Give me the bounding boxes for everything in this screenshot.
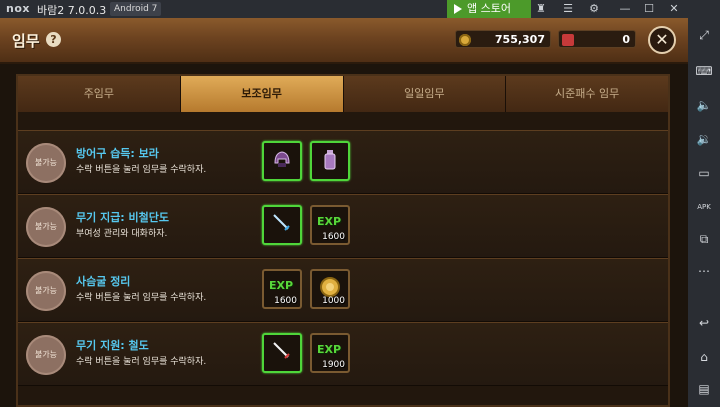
sword-icon [273, 342, 290, 359]
quest-description: 부여성 관리와 대화하자. [76, 229, 168, 239]
reward-slot[interactable] [262, 205, 302, 245]
gold-counter: 755,307 [455, 30, 551, 48]
reward-slot[interactable] [310, 141, 350, 181]
close-button[interactable]: ✕ [648, 26, 676, 54]
quest-description: 수락 버튼을 눌러 임무를 수락하자. [76, 293, 207, 303]
tab-main-quest[interactable]: 주임무 [18, 76, 181, 112]
status-badge: 불가능 [26, 335, 66, 375]
apk-install-icon[interactable]: APK [695, 198, 713, 216]
reward-slot[interactable] [262, 333, 302, 373]
page-title: 임무 [12, 32, 40, 50]
quest-description: 수락 버튼을 눌러 임무를 수락하자. [76, 357, 207, 367]
fullscreen-icon[interactable]: ⤢ [695, 26, 713, 44]
reward-slot[interactable]: EXP 1600 [262, 269, 302, 309]
volume-up-icon[interactable]: 🔈 [695, 96, 713, 114]
gem-value: 0 [622, 33, 630, 46]
help-icon[interactable]: ? [46, 32, 61, 47]
more-icon[interactable]: ⋯ [695, 262, 713, 280]
quest-tabs: 주임무 보조임무 일일임무 시준패수 임무 [18, 76, 668, 112]
window-header: 임무 ? 755,307 0 ✕ [0, 18, 688, 64]
game-screen: 임무 ? 755,307 0 ✕ 주임무 보조임무 일일임무 시준패수 임무 불… [0, 18, 688, 407]
potion-icon [324, 150, 336, 170]
settings-icon[interactable]: ⚙ [584, 0, 604, 18]
quest-panel: 주임무 보조임무 일일임무 시준패수 임무 불가능 방어구 습득: 보라 수락 … [16, 74, 670, 407]
quest-title: 무기 지원: 철도 [76, 339, 149, 352]
gold-coin-icon [459, 34, 471, 46]
exp-icon: EXP [269, 279, 294, 292]
reward-slot[interactable]: 1000 [310, 269, 350, 309]
gold-value: 755,307 [494, 33, 545, 46]
menu-icon[interactable]: ☰ [558, 0, 578, 18]
screen-icon[interactable]: ▭ [695, 164, 713, 182]
reward-quantity: 1000 [322, 296, 345, 306]
keyboard-icon[interactable]: ⌨ [695, 62, 713, 80]
exp-icon: EXP [317, 215, 342, 228]
reward-slot[interactable]: EXP 1600 [310, 205, 350, 245]
tab-season-pass-quest[interactable]: 시준패수 임무 [506, 76, 668, 112]
quest-title: 방어구 습득: 보라 [76, 147, 159, 160]
status-badge: 불가능 [26, 271, 66, 311]
status-badge: 불가능 [26, 207, 66, 247]
quest-title: 사슴굴 정리 [76, 275, 131, 288]
reward-slot[interactable] [262, 141, 302, 181]
quest-list: 불가능 방어구 습득: 보라 수락 버튼을 눌러 임무를 수락하자. 불가능 무… [18, 130, 668, 386]
app-title: 바람2 7.0.0.3 [37, 4, 107, 17]
app-store-button[interactable]: 앱 스토어 [447, 0, 531, 18]
sword-icon [273, 214, 290, 231]
volume-down-icon[interactable]: 🔉 [695, 130, 713, 148]
android-version-badge: Android 7 [110, 2, 162, 16]
back-icon[interactable]: ↩ [695, 314, 713, 332]
reward-quantity: 1600 [322, 232, 345, 242]
toolbar-icon-1[interactable]: ♜ [531, 0, 551, 18]
emulator-titlebar: nox 바람2 7.0.0.3 Android 7 앱 스토어 ♜ ☰ ⚙ — … [0, 0, 720, 18]
reward-quantity: 1600 [274, 296, 297, 306]
reward-slot[interactable]: EXP 1900 [310, 333, 350, 373]
quest-row[interactable]: 불가능 무기 지급: 비철단도 부여성 관리와 대화하자. EXP 1600 [18, 194, 668, 258]
emulator-side-toolbar: ⤢ ⌨ 🔈 🔉 ▭ APK ⧉ ⋯ ↩ ⌂ ▤ [688, 18, 720, 407]
gem-icon [562, 34, 574, 46]
tab-sub-quest[interactable]: 보조임무 [180, 76, 344, 112]
quest-row[interactable]: 불가능 무기 지원: 철도 수락 버튼을 눌러 임무를 수락하자. EXP 19… [18, 322, 668, 386]
home-icon[interactable]: ⌂ [695, 348, 713, 366]
quest-row[interactable]: 불가능 방어구 습득: 보라 수락 버튼을 눌러 임무를 수락하자. [18, 130, 668, 194]
minimize-icon[interactable]: — [615, 0, 635, 18]
reward-quantity: 1900 [322, 360, 345, 370]
maximize-icon[interactable]: ☐ [639, 0, 659, 18]
exp-icon: EXP [317, 343, 342, 356]
status-badge: 불가능 [26, 143, 66, 183]
nox-logo: nox [6, 2, 30, 15]
gem-counter: 0 [558, 30, 636, 48]
multi-instance-icon[interactable]: ⧉ [695, 230, 713, 248]
quest-row[interactable]: 불가능 사슴굴 정리 수락 버튼을 눌러 임무를 수락하자. EXP 1600 … [18, 258, 668, 322]
tab-daily-quest[interactable]: 일일임무 [343, 76, 507, 112]
play-store-icon [454, 4, 462, 14]
quest-title: 무기 지급: 비철단도 [76, 211, 170, 224]
quest-description: 수락 버튼을 눌러 임무를 수락하자. [76, 165, 207, 175]
close-window-icon[interactable]: ✕ [664, 0, 684, 18]
helmet-icon [274, 151, 290, 167]
recent-apps-icon[interactable]: ▤ [695, 380, 713, 398]
app-store-label: 앱 스토어 [467, 2, 511, 15]
